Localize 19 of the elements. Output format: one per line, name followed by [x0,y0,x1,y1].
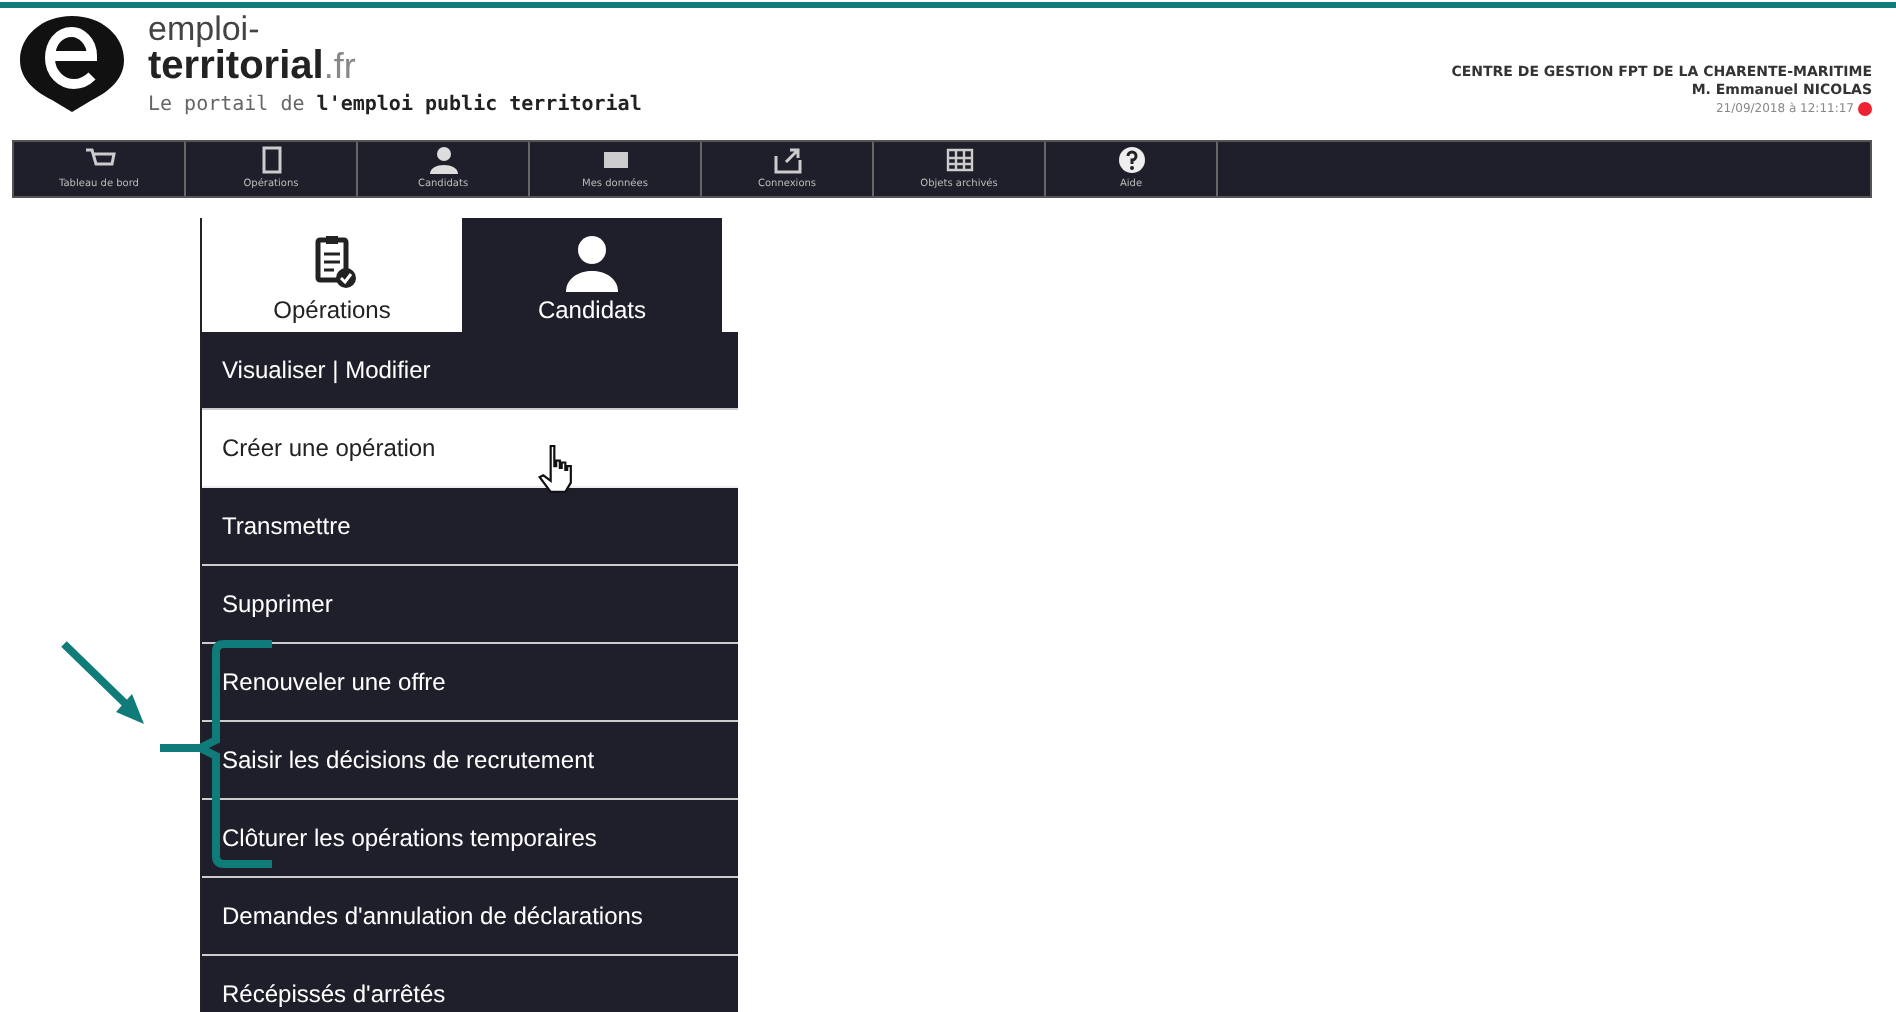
menu-item[interactable]: Renouveler une offre [202,644,738,722]
menu-item[interactable]: Supprimer [202,566,738,644]
tagline: Le portail de l'emploi public territorial [148,96,642,116]
logo-suffix: .fr [323,46,356,86]
logo-text: territorial [148,44,324,88]
menu-item[interactable]: Récépissés d'arrêtés [202,956,738,1012]
export-icon [771,146,803,174]
person-icon [427,146,459,174]
menu-item[interactable]: Clôturer les opérations temporaires [202,800,738,878]
menu-item[interactable]: Demandes d'annulation de déclarations [202,878,738,956]
help-icon [1115,146,1147,174]
grid-icon [943,146,975,174]
card-icon [599,146,631,174]
menu-item[interactable]: Transmettre [202,488,738,566]
menu-item[interactable]: Visualiser | Modifier [202,332,738,410]
logo-text: emploi- [148,12,262,46]
menu-item[interactable]: Saisir les décisions de recrutement [202,722,738,800]
person-icon [562,232,622,292]
tab[interactable]: Opérations [202,218,462,332]
